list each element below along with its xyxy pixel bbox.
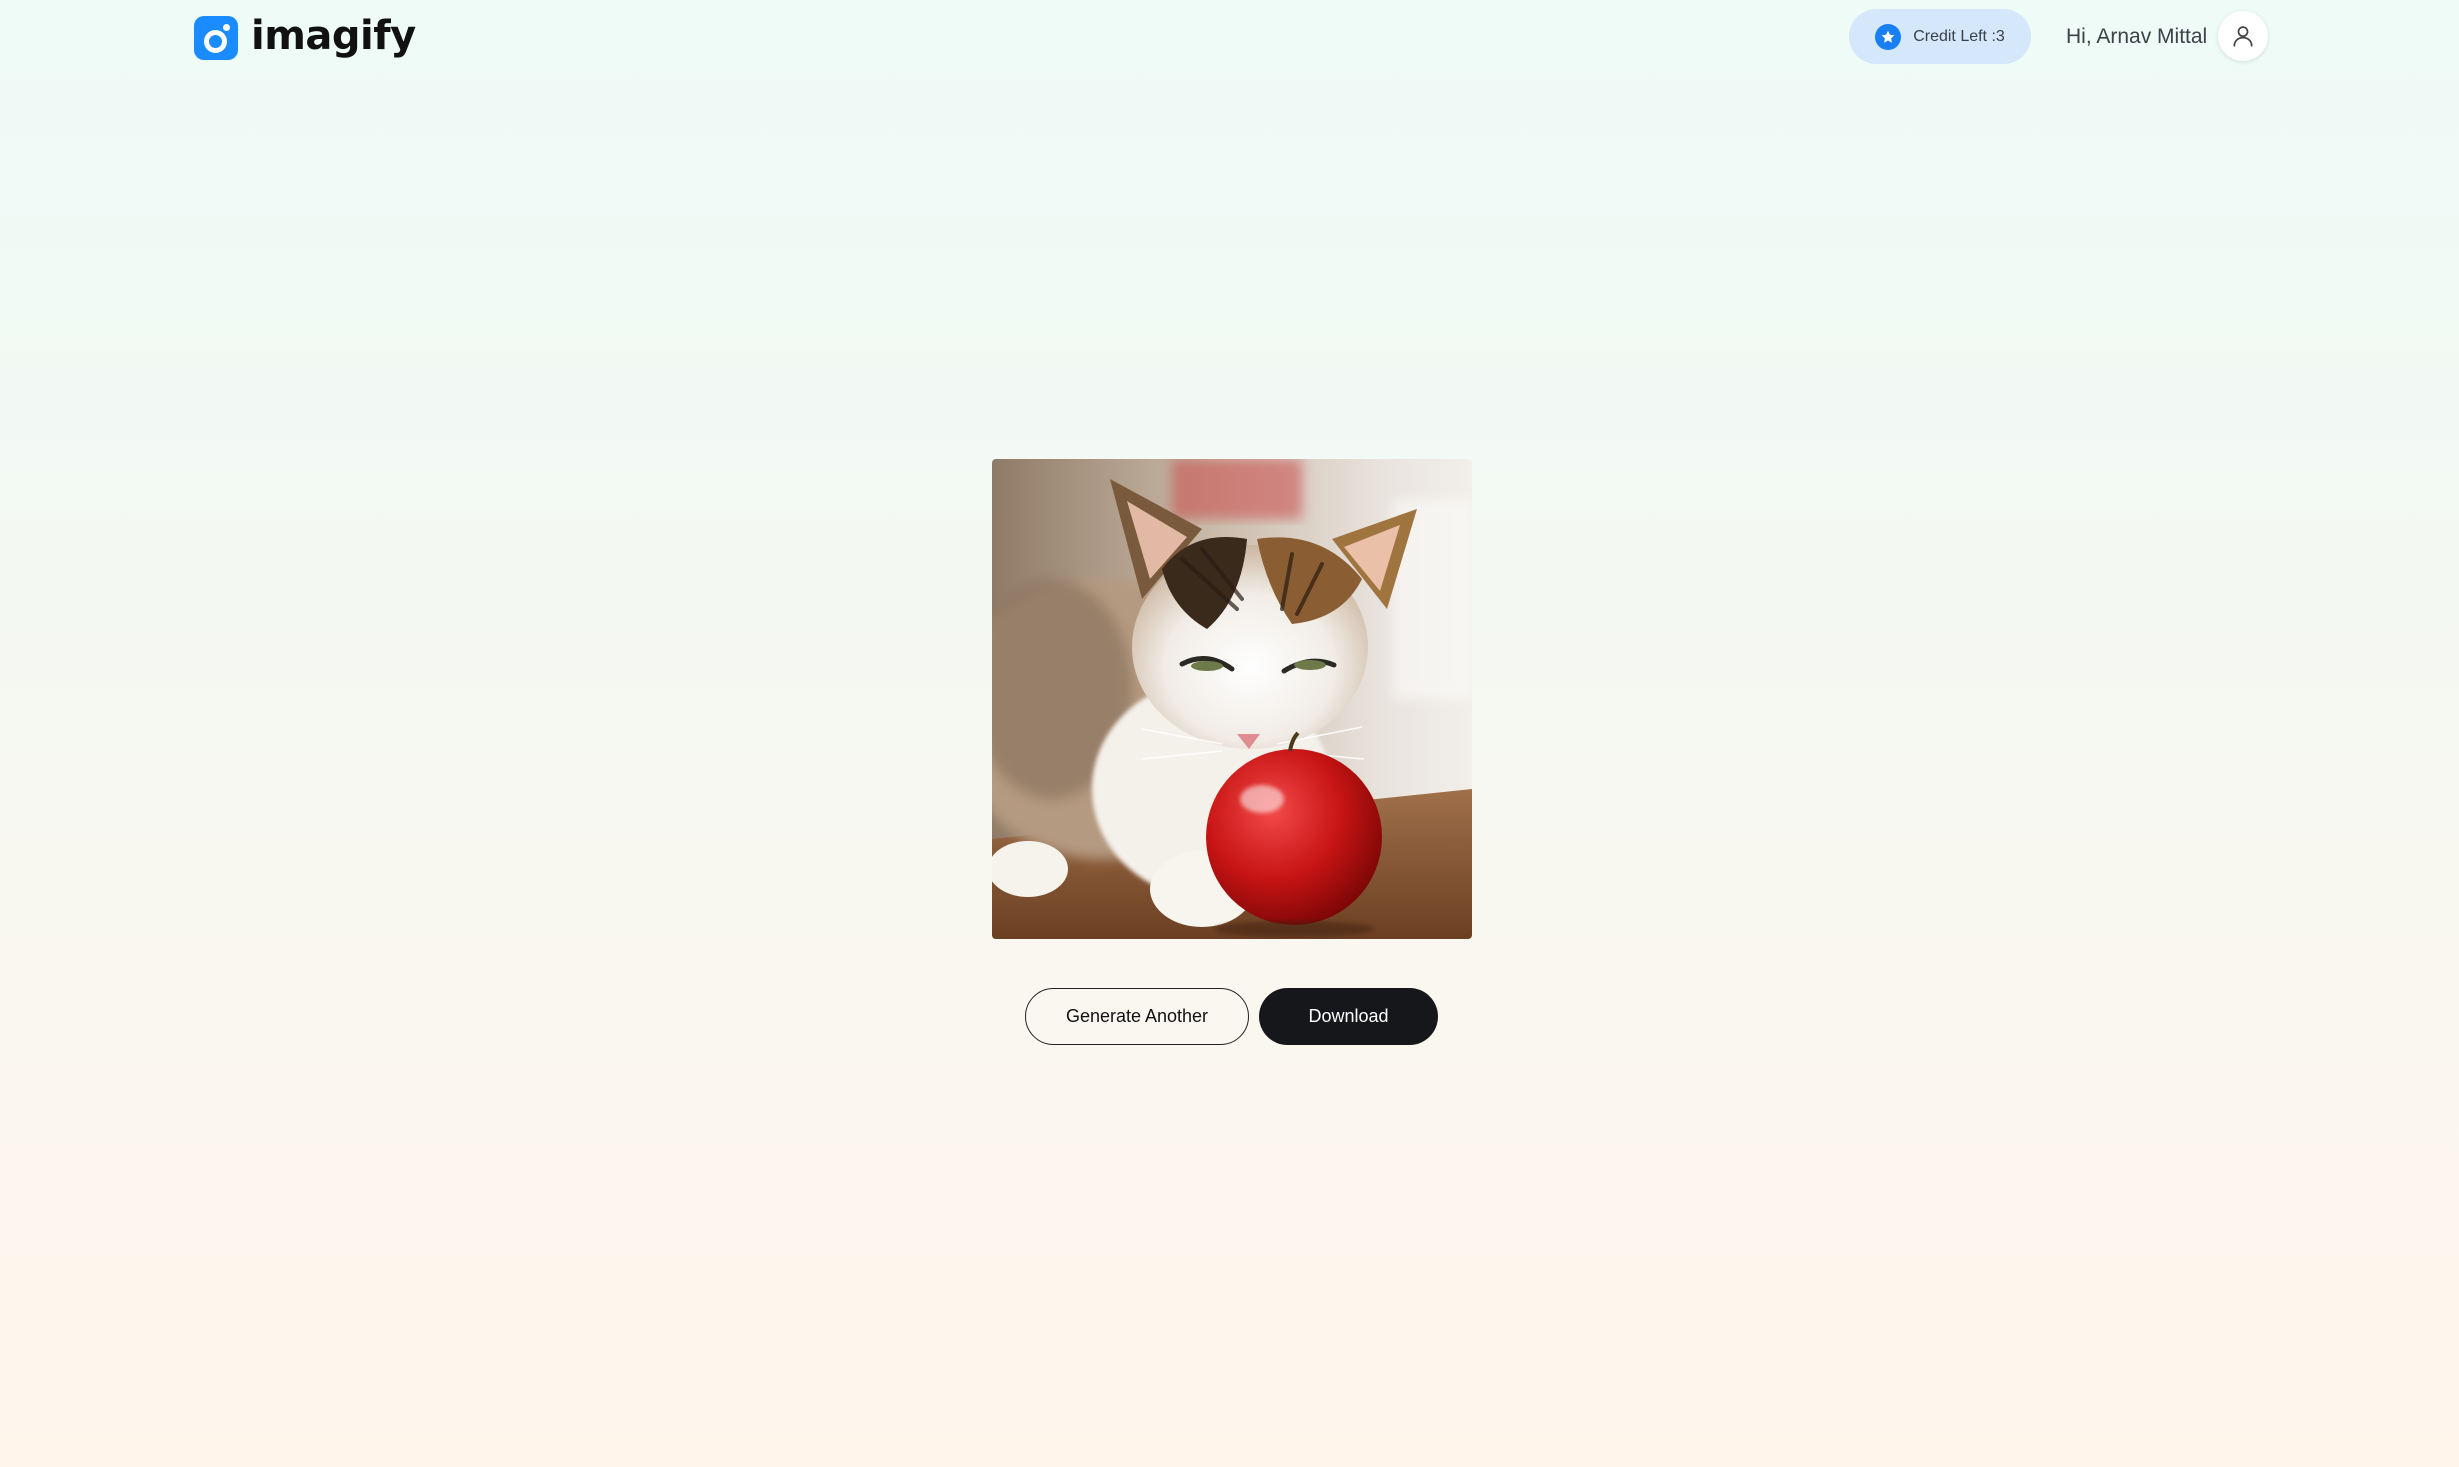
user-greeting: Hi, Arnav Mittal — [2066, 25, 2208, 48]
brand-name: imagify — [251, 13, 416, 59]
generate-another-button[interactable]: Generate Another — [1025, 988, 1249, 1045]
download-button[interactable]: Download — [1259, 988, 1438, 1045]
user-profile-icon — [2233, 26, 2253, 47]
user-avatar[interactable] — [2218, 11, 2268, 61]
credits-left-label: Credit Left :3 — [1913, 27, 2005, 45]
brand-logo[interactable]: imagify — [194, 14, 416, 62]
star-badge-icon — [1875, 23, 1902, 50]
credits-button[interactable]: Credit Left :3 — [1849, 9, 2031, 64]
generated-image — [992, 459, 1472, 939]
imagify-logo-icon — [194, 16, 238, 60]
